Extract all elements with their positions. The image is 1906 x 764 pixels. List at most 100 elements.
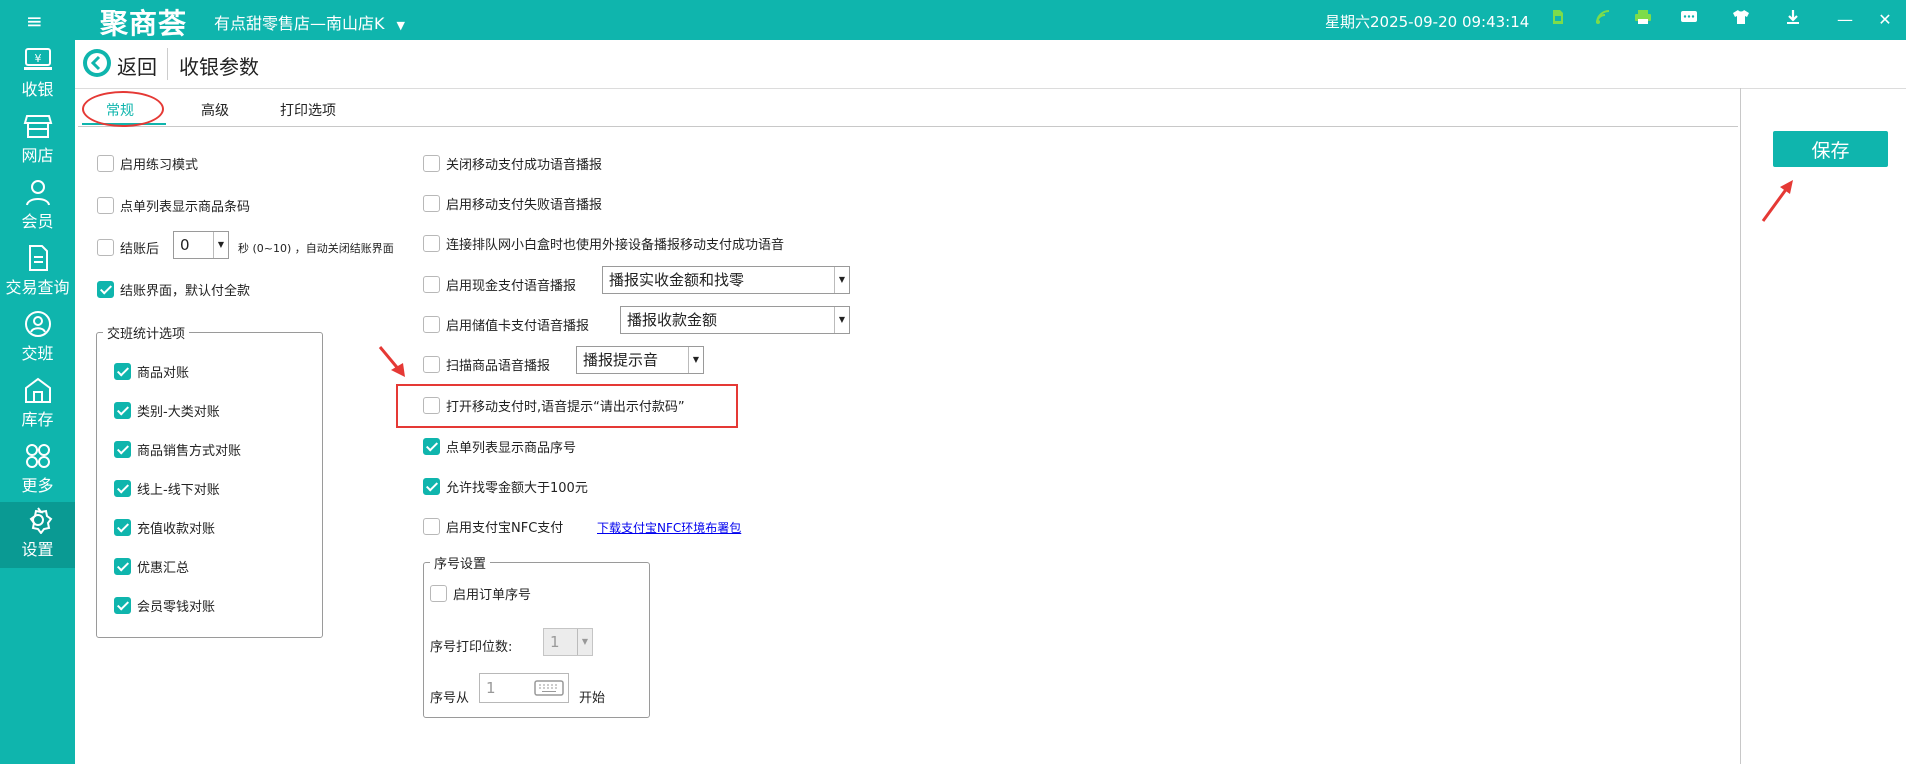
alipay-nfc-checkbox[interactable] <box>423 518 440 535</box>
voice-option-checkbox[interactable] <box>423 276 440 293</box>
voice-option-checkbox[interactable] <box>423 235 440 252</box>
shift-stat-checkbox[interactable] <box>114 597 131 614</box>
voice-option[interactable]: 启用现金支付语音播报 <box>423 275 576 295</box>
sidebar-item-more[interactable]: 更多 <box>0 438 75 500</box>
practice-mode-option[interactable]: 启用练习模式 <box>97 154 198 174</box>
header-divider <box>167 48 168 80</box>
select-value: 播报提示音 <box>583 351 659 369</box>
alipay-nfc-download-link[interactable]: 下载支付宝NFC环境布署包 <box>597 519 741 536</box>
shift-stat-item[interactable]: 会员零钱对账 <box>114 596 215 616</box>
option-label: 商品销售方式对账 <box>137 444 242 459</box>
voice-option[interactable]: 启用储值卡支付语音播报 <box>423 315 589 335</box>
sidebar-item-label: 收银 <box>21 80 54 99</box>
svg-text:¥: ¥ <box>34 52 41 65</box>
back-button[interactable]: 返回 <box>117 51 157 80</box>
printer-icon[interactable] <box>1630 8 1656 32</box>
close-icon[interactable]: ✕ <box>1872 8 1898 32</box>
default-full-payment-option[interactable]: 结账界面，默认付全款 <box>97 280 250 300</box>
sidebar: ¥ 收银 网店 会员 交易查询 交班 库存 更多 设置 <box>0 40 75 764</box>
tab-bar: 常规 高级 打印选项 <box>78 88 1738 127</box>
show-barcode-checkbox[interactable] <box>97 197 114 214</box>
serial-start-input[interactable]: 1 <box>479 673 569 703</box>
show-barcode-option[interactable]: 点单列表显示商品条码 <box>97 196 250 216</box>
allow-change-option[interactable]: 允许找零金额大于100元 <box>423 477 588 497</box>
sidebar-item-member[interactable]: 会员 <box>0 174 75 236</box>
shift-stat-item[interactable]: 类别-大类对账 <box>114 401 220 421</box>
tshirt-icon[interactable] <box>1728 8 1754 32</box>
auto-close-seconds-select[interactable]: 0 ▼ <box>173 231 229 259</box>
serial-digits-select[interactable]: 1 ▼ <box>543 628 593 656</box>
sidebar-item-settings[interactable]: 设置 <box>0 502 75 568</box>
option-label: 启用移动支付失败语音播报 <box>446 198 603 213</box>
option-label: 启用订单序号 <box>453 588 532 603</box>
group-title: 序号设置 <box>430 553 491 572</box>
page-title: 收银参数 <box>179 55 259 79</box>
shift-stat-checkbox[interactable] <box>114 480 131 497</box>
shift-stat-checkbox[interactable] <box>114 402 131 419</box>
voice-option-checkbox[interactable] <box>423 155 440 172</box>
serial-start-label: 序号从 <box>430 691 470 706</box>
shift-stat-item[interactable]: 线上-线下对账 <box>114 479 220 499</box>
show-item-number-option[interactable]: 点单列表显示商品序号 <box>423 437 576 457</box>
keyboard-icon[interactable] <box>534 680 564 696</box>
store-name: 有点甜零售店—南山店K <box>214 14 385 33</box>
voice-option-checkbox[interactable] <box>423 316 440 333</box>
enable-order-serial-option[interactable]: 启用订单序号 <box>430 584 531 604</box>
link-text[interactable]: 下载支付宝NFC环境布署包 <box>597 521 741 535</box>
practice-mode-checkbox[interactable] <box>97 155 114 172</box>
sidebar-item-transactions[interactable]: 交易查询 <box>0 240 75 302</box>
sidebar-item-handover[interactable]: 交班 <box>0 306 75 368</box>
chat-icon[interactable] <box>1676 8 1702 32</box>
voice-option-checkbox[interactable] <box>423 195 440 212</box>
shift-stat-checkbox[interactable] <box>114 363 131 380</box>
option-label: 连接排队网小白盒时也使用外接设备播报移动支付成功语音 <box>446 238 785 253</box>
option-label: 充值收款对账 <box>137 522 216 537</box>
group-title: 交班统计选项 <box>103 323 190 342</box>
voice-option[interactable]: 连接排队网小白盒时也使用外接设备播报移动支付成功语音 <box>423 234 784 254</box>
default-full-payment-checkbox[interactable] <box>97 281 114 298</box>
allow-change-checkbox[interactable] <box>423 478 440 495</box>
document-icon <box>28 245 48 271</box>
serial-digits-label: 序号打印位数: <box>430 640 513 655</box>
voice-option[interactable]: 关闭移动支付成功语音播报 <box>423 154 602 174</box>
shift-stat-item[interactable]: 商品销售方式对账 <box>114 440 241 460</box>
voice-option-checkbox[interactable] <box>423 397 440 414</box>
save-button[interactable]: 保存 <box>1773 131 1888 167</box>
menu-icon[interactable]: ≡ <box>26 9 43 33</box>
scan-voice-select[interactable]: 播报提示音 ▼ <box>576 346 704 374</box>
stored-card-voice-select[interactable]: 播报收款金额 ▼ <box>620 306 850 334</box>
sidebar-item-shop[interactable]: 网店 <box>0 108 75 170</box>
enable-order-serial-checkbox[interactable] <box>430 585 447 602</box>
minimize-icon[interactable]: — <box>1832 8 1858 32</box>
warehouse-icon <box>24 377 51 403</box>
shift-stat-checkbox[interactable] <box>114 519 131 536</box>
back-arrow-icon[interactable] <box>83 49 111 77</box>
tab-advanced[interactable]: 高级 <box>201 100 229 120</box>
store-selector[interactable]: 有点甜零售店—南山店K ▼ <box>214 10 405 34</box>
sidebar-item-cashier[interactable]: ¥ 收银 <box>0 42 75 104</box>
sim-card-icon[interactable] <box>1545 8 1571 32</box>
alipay-nfc-option[interactable]: 启用支付宝NFC支付 <box>423 517 563 537</box>
annotation-arrow-icon <box>1761 180 1793 222</box>
cash-voice-select[interactable]: 播报实收金额和找零 ▼ <box>602 266 850 294</box>
voice-option[interactable]: 扫描商品语音播报 <box>423 355 550 375</box>
shift-stat-item[interactable]: 充值收款对账 <box>114 518 215 538</box>
tab-print-options[interactable]: 打印选项 <box>280 100 336 120</box>
shift-stat-checkbox[interactable] <box>114 558 131 575</box>
wifi-icon[interactable] <box>1590 8 1616 32</box>
voice-option[interactable]: 打开移动支付时,语音提示“请出示付款码” <box>423 396 685 416</box>
download-icon[interactable] <box>1780 8 1806 32</box>
show-item-number-checkbox[interactable] <box>423 438 440 455</box>
auto-close-checkbox[interactable] <box>97 239 114 256</box>
annotation-arrow-icon <box>378 346 405 377</box>
option-label: 启用现金支付语音播报 <box>446 279 577 294</box>
sidebar-item-inventory[interactable]: 库存 <box>0 372 75 434</box>
select-value: 0 <box>180 236 190 254</box>
voice-option-checkbox[interactable] <box>423 356 440 373</box>
shift-stat-checkbox[interactable] <box>114 441 131 458</box>
sidebar-item-label: 交班 <box>21 344 54 363</box>
shift-stat-item[interactable]: 商品对账 <box>114 362 189 382</box>
voice-option[interactable]: 启用移动支付失败语音播报 <box>423 194 602 214</box>
chevron-down-icon: ▼ <box>688 347 703 373</box>
shift-stat-item[interactable]: 优惠汇总 <box>114 557 189 577</box>
